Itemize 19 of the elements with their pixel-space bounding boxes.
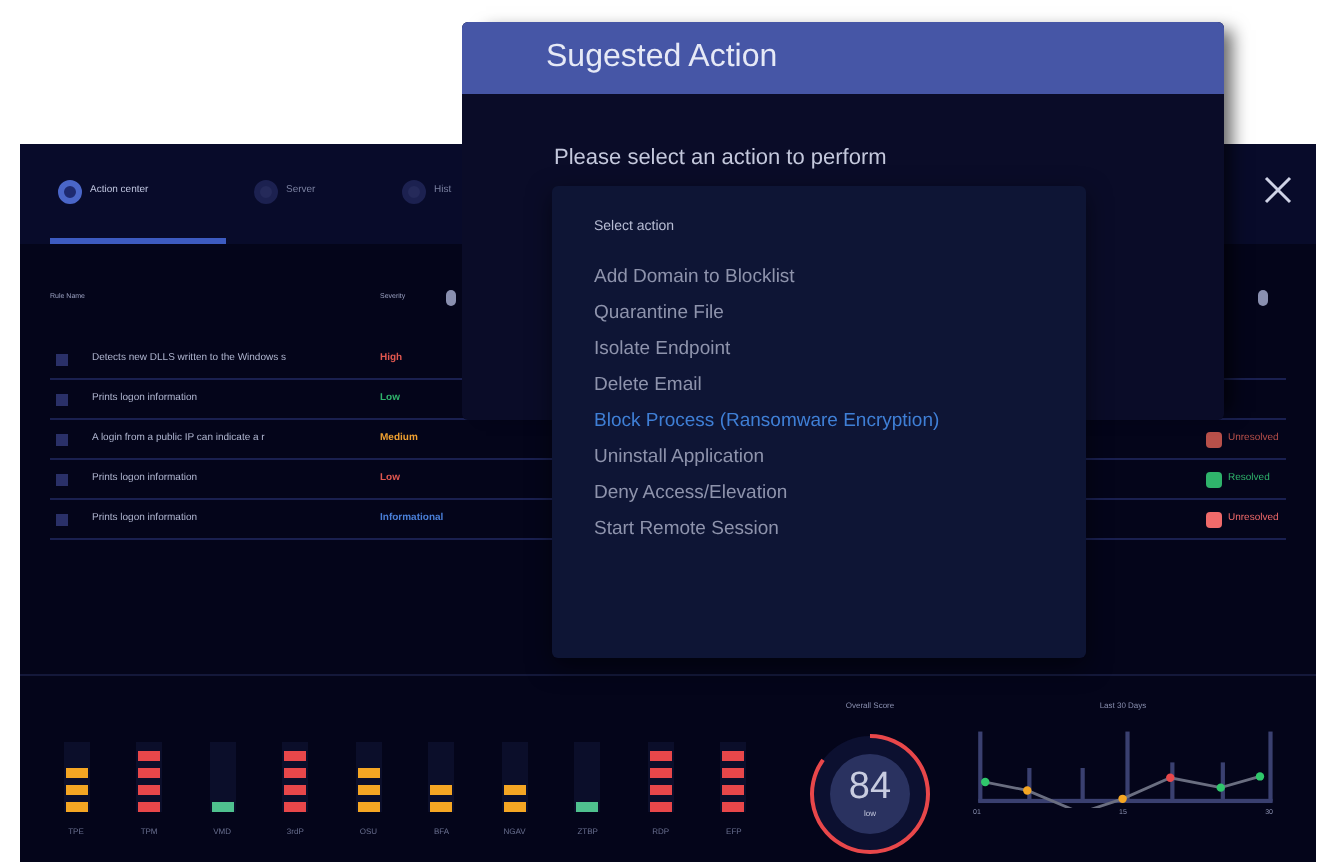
menu-item[interactable]: Uninstall Application: [594, 443, 1044, 479]
toggle-icon[interactable]: [445, 290, 456, 306]
close-icon[interactable]: [1264, 176, 1292, 204]
dialog-prompt: Please select an action to perform: [552, 144, 889, 174]
checkbox[interactable]: [56, 513, 68, 525]
checkbox[interactable]: [56, 353, 68, 365]
menu-item[interactable]: Delete Email: [594, 371, 1044, 407]
menu-item[interactable]: Deny Access/Elevation: [594, 479, 1044, 515]
score-value: 84: [848, 768, 892, 808]
menu-item[interactable]: Add Domain to Blocklist: [594, 263, 1044, 299]
checkbox[interactable]: [56, 433, 68, 445]
menu-item[interactable]: Block Process (Ransomware Encryption): [594, 407, 1044, 443]
toggle-icon[interactable]: [1258, 290, 1268, 306]
checkbox[interactable]: [56, 473, 68, 485]
dialog-title: Sugested Action: [546, 38, 778, 78]
menu-item[interactable]: Start Remote Session: [594, 515, 1044, 551]
menu-item[interactable]: Isolate Endpoint: [594, 335, 1044, 371]
menu-item[interactable]: Quarantine File: [594, 299, 1044, 335]
checkbox[interactable]: [56, 393, 68, 405]
